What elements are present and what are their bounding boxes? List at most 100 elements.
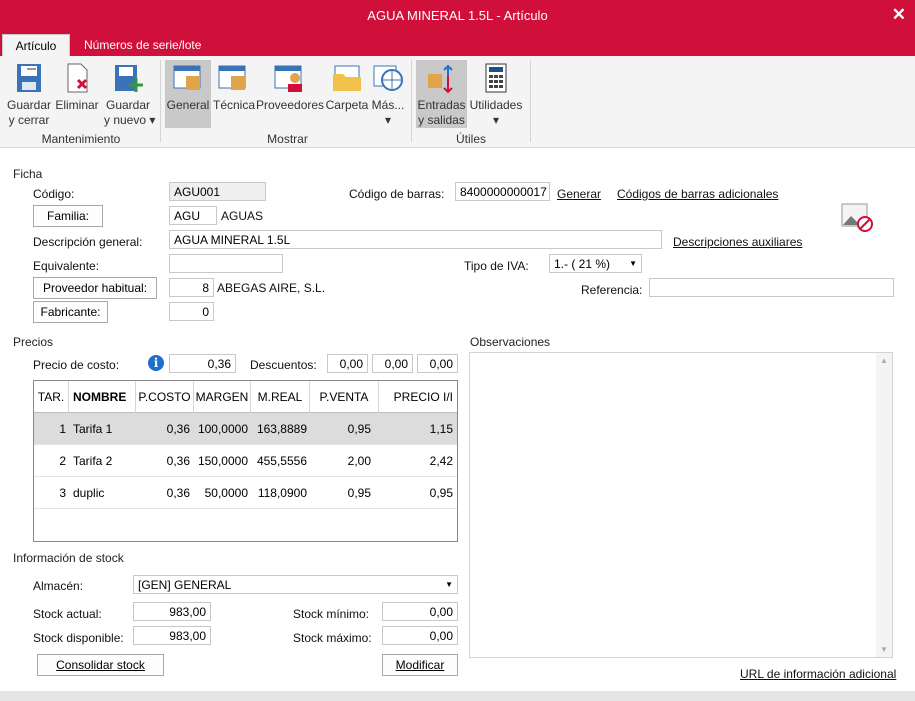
table-row[interactable]: 2 Tarifa 2 0,36 150,0000 455,5556 2,00 2…: [34, 445, 457, 477]
column-header[interactable]: PRECIO I/I: [379, 381, 457, 413]
familia-button[interactable]: Familia:: [33, 205, 103, 227]
descripcion-label: Descripción general:: [33, 235, 143, 249]
save-close-icon: [17, 64, 41, 92]
codigos-barras-adicionales-link[interactable]: Códigos de barras adicionales: [617, 187, 778, 201]
descripcion-field[interactable]: AGUA MINERAL 1.5L: [169, 230, 662, 249]
proveedor-code-field[interactable]: 8: [169, 278, 214, 297]
grid-header: TAR. NOMBRE P.COSTO MARGEN M.REAL P.VENT…: [34, 381, 457, 413]
calculator-icon: [485, 63, 507, 93]
folder-icon: [333, 65, 361, 91]
entradas-salidas-icon: [427, 64, 453, 94]
stock-actual-field[interactable]: 983,00: [133, 602, 211, 621]
column-header[interactable]: P.VENTA: [310, 381, 379, 413]
stock-actual-label: Stock actual:: [33, 607, 102, 621]
proveedor-habitual-button[interactable]: Proveedor habitual:: [33, 277, 157, 299]
column-header[interactable]: TAR.: [34, 381, 69, 413]
general-button[interactable]: General: [165, 60, 211, 128]
delete-button[interactable]: Eliminar: [55, 60, 99, 128]
column-header[interactable]: MARGEN: [194, 381, 251, 413]
ribbon-separator: [530, 60, 531, 142]
column-header[interactable]: M.REAL: [251, 381, 310, 413]
almacen-select[interactable]: [GEN] GENERAL ▼: [133, 575, 458, 594]
stock-minimo-label: Stock mínimo:: [293, 607, 370, 621]
info-icon[interactable]: i: [148, 355, 164, 371]
general-icon: [173, 65, 201, 90]
tecnica-icon: [218, 65, 246, 90]
referencia-field[interactable]: [649, 278, 894, 297]
proveedores-button[interactable]: Proveedores: [256, 60, 324, 128]
mas-button[interactable]: Más... ▾: [371, 60, 405, 128]
utilidades-button[interactable]: Utilidades ▾: [469, 60, 523, 128]
consolidar-stock-button[interactable]: Consolidar stock: [37, 654, 164, 676]
scroll-up-icon[interactable]: ▲: [880, 356, 888, 365]
group-mantenimiento: Mantenimiento: [41, 132, 121, 146]
codigo-field[interactable]: AGU001: [169, 182, 266, 201]
column-header[interactable]: P.COSTO: [136, 381, 194, 413]
observaciones-textarea[interactable]: ▲ ▼: [469, 352, 893, 658]
group-utiles: Útiles: [455, 132, 486, 146]
column-header[interactable]: NOMBRE: [69, 381, 136, 413]
ribbon-separator: [411, 60, 412, 142]
stock-disponible-label: Stock disponible:: [33, 631, 124, 645]
precios-section-title: Precios: [13, 335, 54, 349]
save-new-button[interactable]: Guardar y nuevo ▾: [104, 60, 155, 128]
equivalente-field[interactable]: [169, 254, 283, 273]
familia-name: AGUAS: [221, 209, 264, 223]
close-icon[interactable]: ✕: [892, 5, 906, 25]
precio-costo-label: Precio de costo:: [33, 358, 120, 372]
almacen-label: Almacén:: [33, 579, 84, 593]
globe-icon: [373, 65, 403, 91]
table-row[interactable]: 1 Tarifa 1 0,36 100,0000 163,8889 0,95 1…: [34, 413, 457, 445]
iva-select[interactable]: 1.- ( 21 %) ▼: [549, 254, 642, 273]
carpeta-button[interactable]: Carpeta: [325, 60, 369, 128]
tecnica-button[interactable]: Técnica: [213, 60, 255, 128]
fabricante-button[interactable]: Fabricante:: [33, 301, 108, 323]
referencia-label: Referencia:: [581, 283, 643, 297]
table-row[interactable]: 3 duplic 0,36 50,0000 118,0900 0,95 0,95: [34, 477, 457, 509]
tab-numeros-serie-lote[interactable]: Números de serie/lote: [84, 34, 201, 56]
descuento-3-field[interactable]: 0,00: [417, 354, 458, 373]
codigo-barras-label: Código de barras:: [349, 187, 445, 201]
generar-link[interactable]: Generar: [557, 187, 601, 201]
stock-maximo-label: Stock máximo:: [293, 631, 372, 645]
ficha-section-title: Ficha: [13, 167, 43, 181]
stock-disponible-field[interactable]: 983,00: [133, 626, 211, 645]
proveedores-icon: [274, 65, 302, 92]
bottom-bar: [0, 691, 915, 701]
observaciones-section-title: Observaciones: [470, 335, 551, 349]
stock-maximo-field[interactable]: 0,00: [382, 626, 458, 645]
vertical-scrollbar[interactable]: ▲ ▼: [876, 353, 892, 657]
delete-document-icon: [67, 63, 88, 93]
fabricante-field[interactable]: 0: [169, 302, 214, 321]
iva-label: Tipo de IVA:: [464, 259, 529, 273]
stock-section-title: Información de stock: [13, 551, 124, 565]
tab-strip: Artículo Números de serie/lote: [0, 32, 915, 56]
descuento-1-field[interactable]: 0,00: [327, 354, 368, 373]
familia-code-field[interactable]: AGU: [169, 206, 217, 225]
codigo-barras-field[interactable]: 8400000000017: [455, 182, 550, 201]
save-close-button[interactable]: Guardar y cerrar: [6, 60, 52, 128]
descripciones-auxiliares-link[interactable]: Descripciones auxiliares: [673, 235, 802, 249]
entradas-salidas-button[interactable]: Entradas y salidas: [416, 60, 467, 128]
chevron-down-icon: ▼: [445, 580, 453, 589]
precio-costo-field[interactable]: 0,36: [169, 354, 236, 373]
descuentos-label: Descuentos:: [250, 358, 317, 372]
chevron-down-icon: ▼: [629, 259, 637, 268]
ribbon: Guardar y cerrar Eliminar Guardar y nuev…: [0, 56, 915, 148]
ribbon-separator: [160, 60, 161, 142]
equivalente-label: Equivalente:: [33, 259, 100, 273]
title-bar: AGUA MINERAL 1.5L - Artículo ✕: [0, 0, 915, 32]
scroll-down-icon[interactable]: ▼: [880, 645, 888, 654]
descuento-2-field[interactable]: 0,00: [372, 354, 413, 373]
save-new-icon: [115, 65, 143, 92]
group-mostrar: Mostrar: [267, 132, 308, 146]
url-informacion-adicional-link[interactable]: URL de información adicional: [740, 667, 896, 681]
stock-minimo-field[interactable]: 0,00: [382, 602, 458, 621]
tab-articulo[interactable]: Artículo: [2, 34, 70, 56]
no-image-icon[interactable]: [841, 203, 874, 233]
proveedor-name: ABEGAS AIRE, S.L.: [217, 281, 326, 295]
tarifas-grid[interactable]: TAR. NOMBRE P.COSTO MARGEN M.REAL P.VENT…: [33, 380, 458, 542]
codigo-label: Código:: [33, 187, 75, 201]
window-title: AGUA MINERAL 1.5L - Artículo: [367, 8, 548, 23]
modificar-button[interactable]: Modificar: [382, 654, 458, 676]
